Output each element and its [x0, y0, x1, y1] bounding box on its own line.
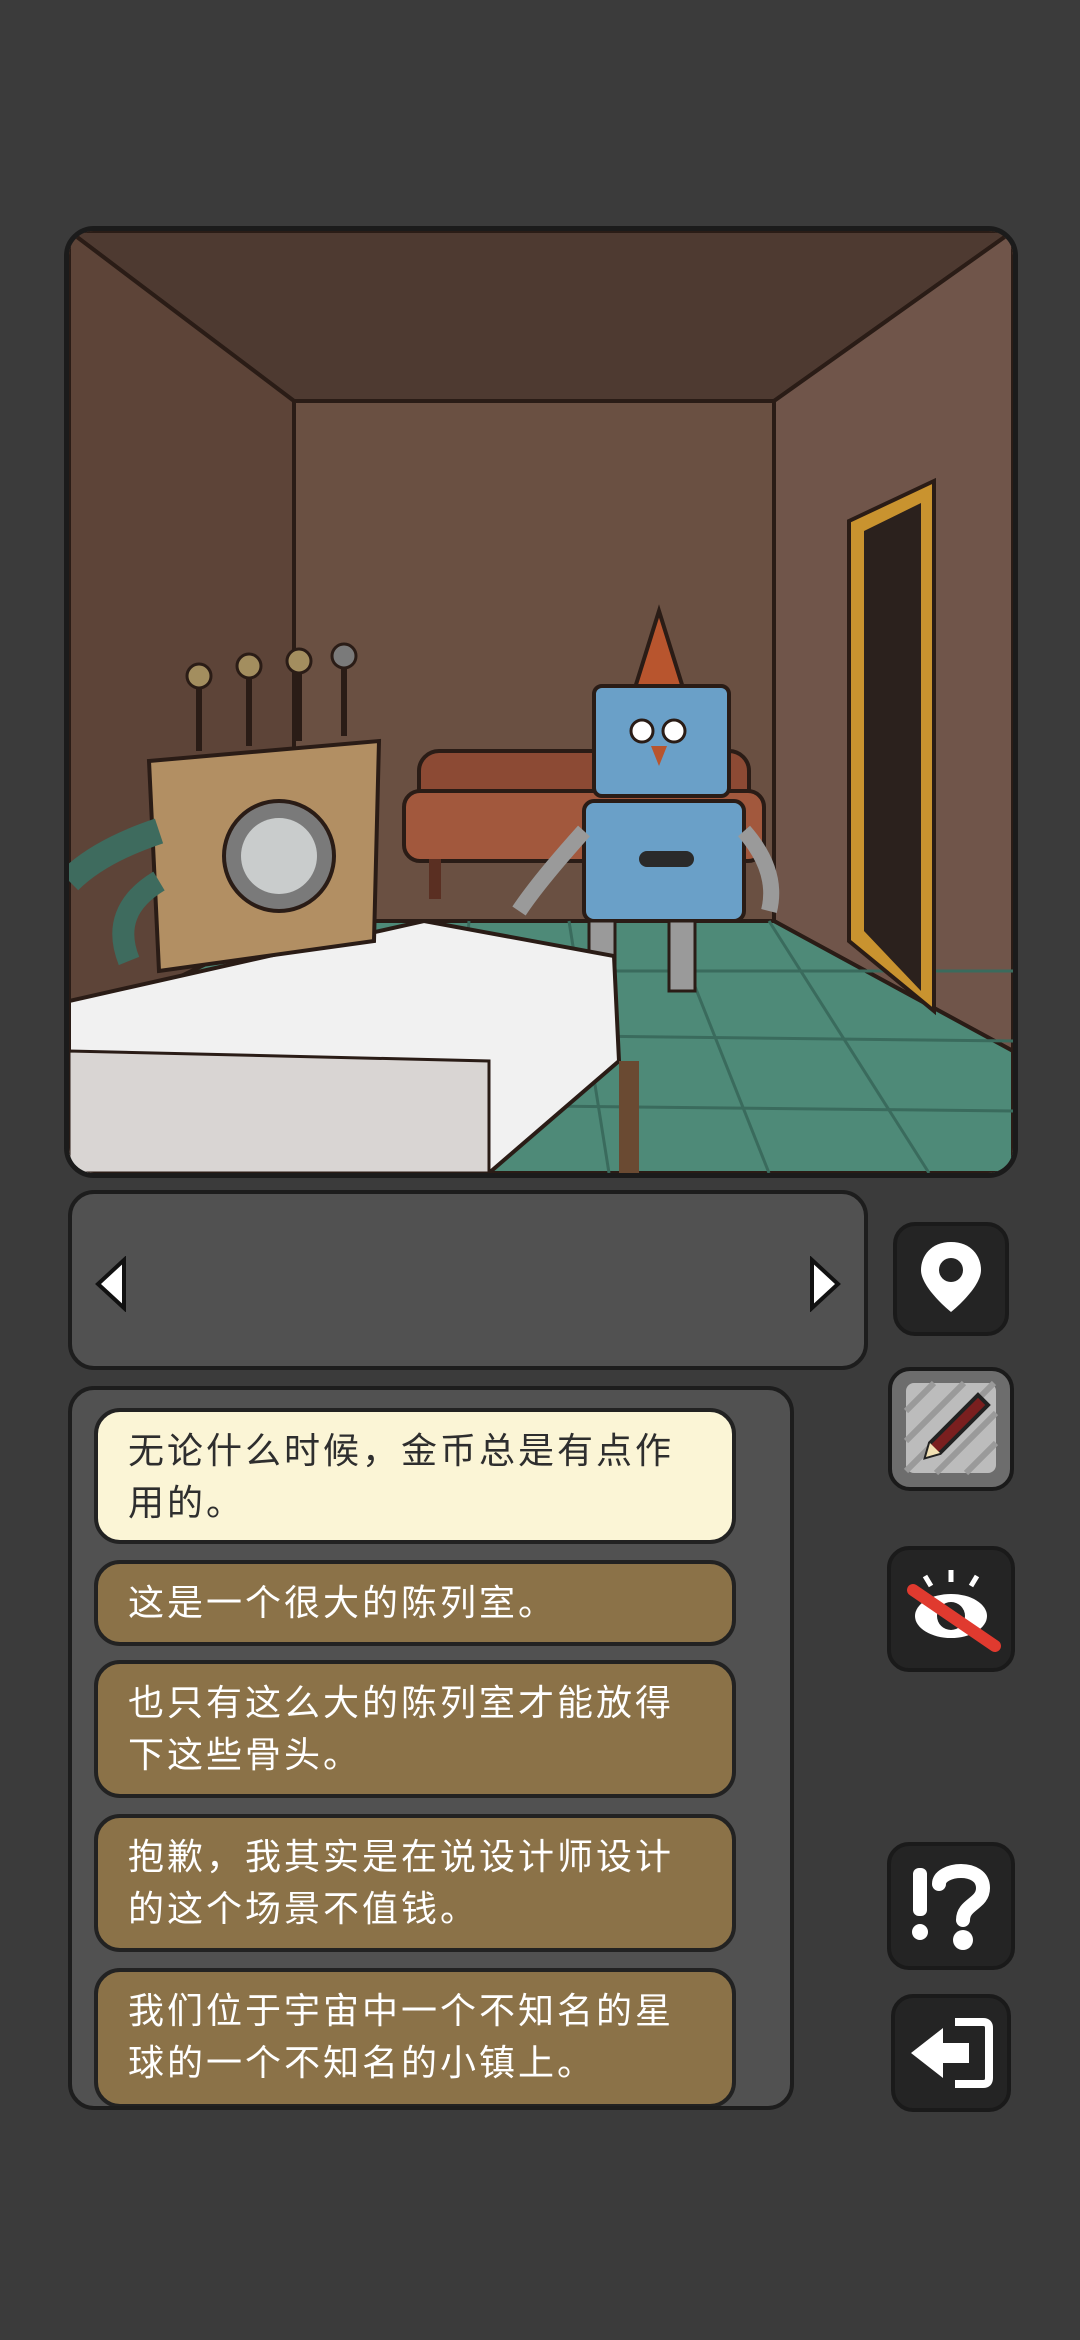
dialog-option[interactable]: 这是一个很大的陈列室。 — [94, 1560, 736, 1646]
hide-view-button[interactable] — [887, 1546, 1015, 1672]
inventory-bar[interactable] — [68, 1190, 868, 1370]
game-scene[interactable] — [64, 226, 1018, 1178]
inventory-prev-button[interactable] — [92, 1255, 132, 1313]
dialog-option[interactable]: 抱歉，我其实是在说设计师设计的这个场景不值钱。 — [94, 1814, 736, 1952]
map-pin-icon — [921, 1242, 981, 1312]
map-button[interactable] — [893, 1222, 1009, 1336]
triangle-left-icon — [95, 1255, 126, 1313]
eye-crossed-icon — [907, 1570, 1001, 1652]
back-button[interactable] — [891, 1994, 1011, 2112]
triangle-right-icon — [810, 1255, 841, 1313]
question-exclamation-icon — [912, 1864, 991, 1950]
dialog-option[interactable]: 也只有这么大的陈列室才能放得下这些骨头。 — [94, 1660, 736, 1798]
dialog-option[interactable]: 无论什么时候，金币总是有点作用的。 — [94, 1408, 736, 1544]
hint-button[interactable] — [887, 1842, 1015, 1970]
inventory-next-button[interactable] — [804, 1255, 844, 1313]
back-arrow-icon — [911, 2018, 993, 2088]
notes-button[interactable] — [888, 1367, 1014, 1491]
pencil-icon — [903, 1380, 999, 1476]
dialog-option[interactable]: 我们位于宇宙中一个不知名的星球的一个不知名的小镇上。 — [94, 1968, 736, 2106]
dialog-list[interactable]: 无论什么时候，金币总是有点作用的。 这是一个很大的陈列室。 也只有这么大的陈列室… — [68, 1386, 794, 2110]
